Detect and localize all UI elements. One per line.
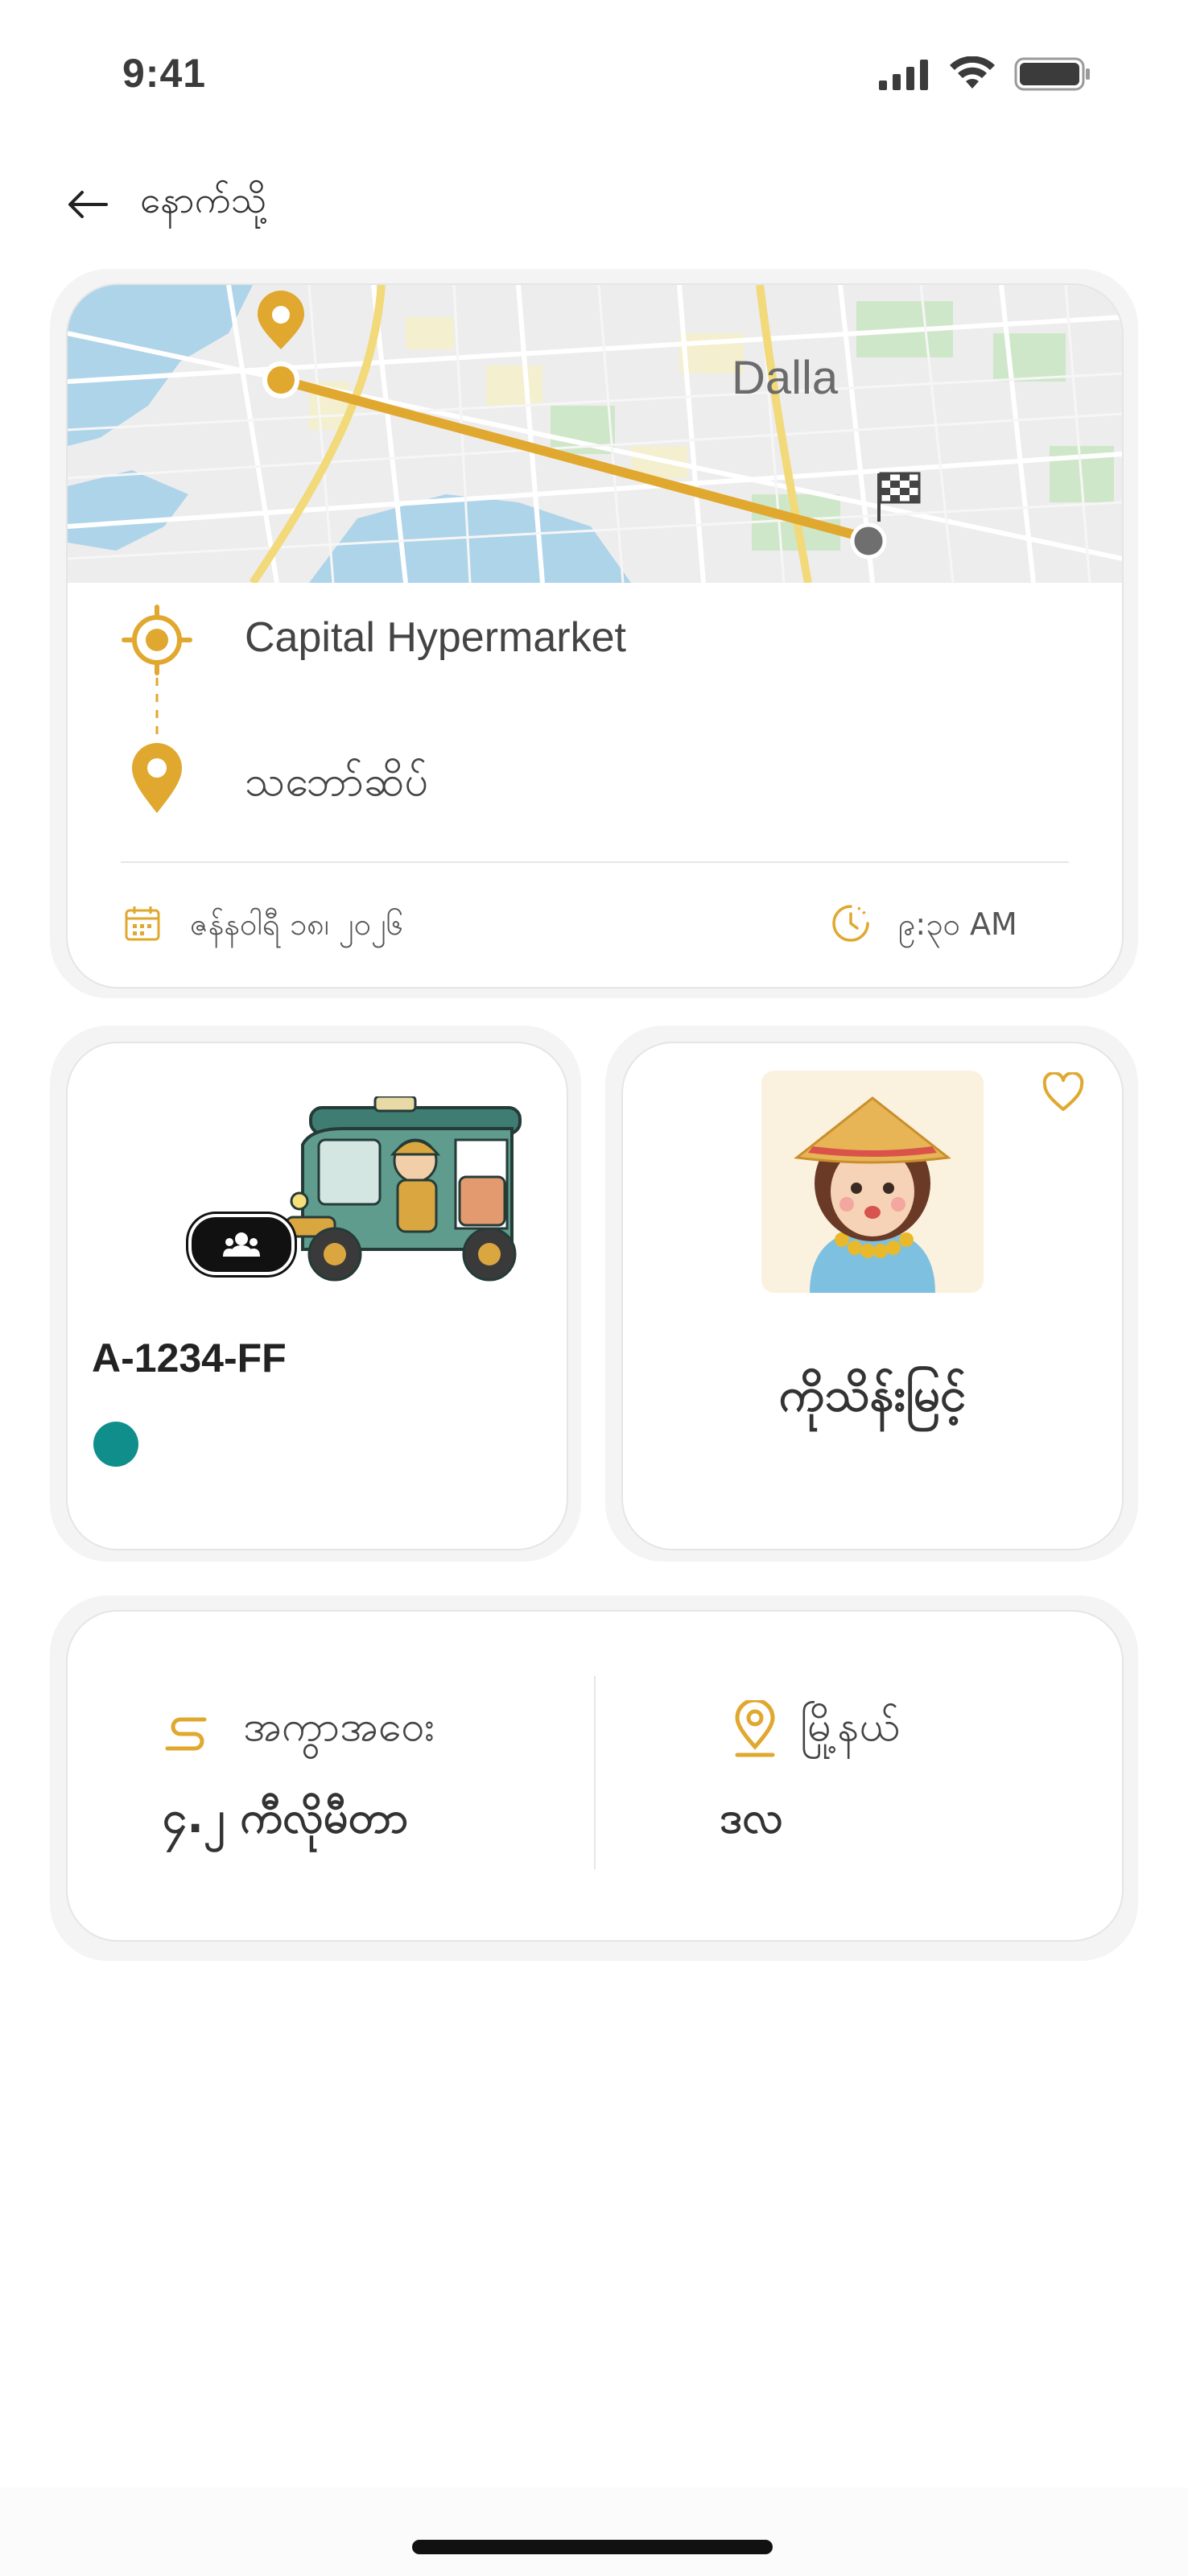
vehicle-card[interactable]: A-1234-FF: [66, 1042, 568, 1550]
township-value: ဒလ: [720, 1792, 783, 1843]
map-place-label: Dalla: [732, 352, 839, 404]
driver-card[interactable]: ကိုသိန်းမြင့်: [621, 1042, 1124, 1550]
clock-icon: [832, 905, 869, 942]
distance-route-icon: [165, 1717, 207, 1751]
trip-date: ဇန်နဝါရီ ၁၈၊ ၂၀၂၆: [190, 906, 403, 942]
trip-info-card: အကွာအဝေး ၄.၂ ကီလိုမီတာ မြို့နယ် ဒလ: [66, 1610, 1124, 1942]
township-label: မြို့နယ်: [800, 1703, 900, 1751]
battery-icon: [1014, 57, 1090, 91]
back-button[interactable]: နောက်သို့: [66, 177, 266, 231]
group-icon: [223, 1232, 260, 1257]
driver-avatar: [761, 1071, 984, 1293]
pickup-target-icon: [122, 605, 192, 675]
dropoff-pin-icon: [132, 743, 182, 813]
wifi-icon: [950, 56, 995, 89]
distance-value: ၄.၂ ကီလိုမီတာ: [163, 1792, 409, 1843]
route-map[interactable]: Dalla: [68, 285, 1122, 585]
route-connector: [155, 678, 159, 737]
calendar-icon: [125, 906, 160, 941]
dropoff-location: သဘော်ဆိပ်: [245, 758, 428, 805]
trip-time: ၉:၃၀ AM: [898, 906, 1017, 942]
route-card[interactable]: Dalla Capital Hypermarket သဘော်ဆိပ် ဇန်န…: [66, 283, 1124, 989]
home-indicator[interactable]: [412, 2540, 773, 2554]
pickup-location: Capital Hypermarket: [245, 614, 626, 661]
status-time: 9:41: [122, 51, 207, 96]
heart-icon[interactable]: [1042, 1072, 1085, 1113]
status-icons: [879, 56, 1091, 92]
back-label: နောက်သို့: [140, 178, 267, 221]
driver-name: ကိုသိန်းမြင့်: [778, 1367, 967, 1422]
vehicle-plate: A-1234-FF: [92, 1335, 287, 1381]
map-graphic: Dalla: [68, 285, 1122, 585]
bottom-safe-area: [0, 2487, 1188, 2576]
info-divider: [594, 1676, 596, 1869]
location-pin-icon: [735, 1700, 775, 1757]
cellular-signal-icon: [879, 60, 928, 90]
distance-label: အကွာအဝေး: [243, 1703, 435, 1751]
vehicle-color-dot: [93, 1422, 138, 1467]
driver-avatar-illustration: [794, 1096, 951, 1293]
shared-ride-badge: [188, 1214, 295, 1275]
tuktuk-illustration: [285, 1096, 522, 1282]
route-divider: [121, 861, 1069, 863]
arrow-left-icon: [68, 190, 108, 218]
